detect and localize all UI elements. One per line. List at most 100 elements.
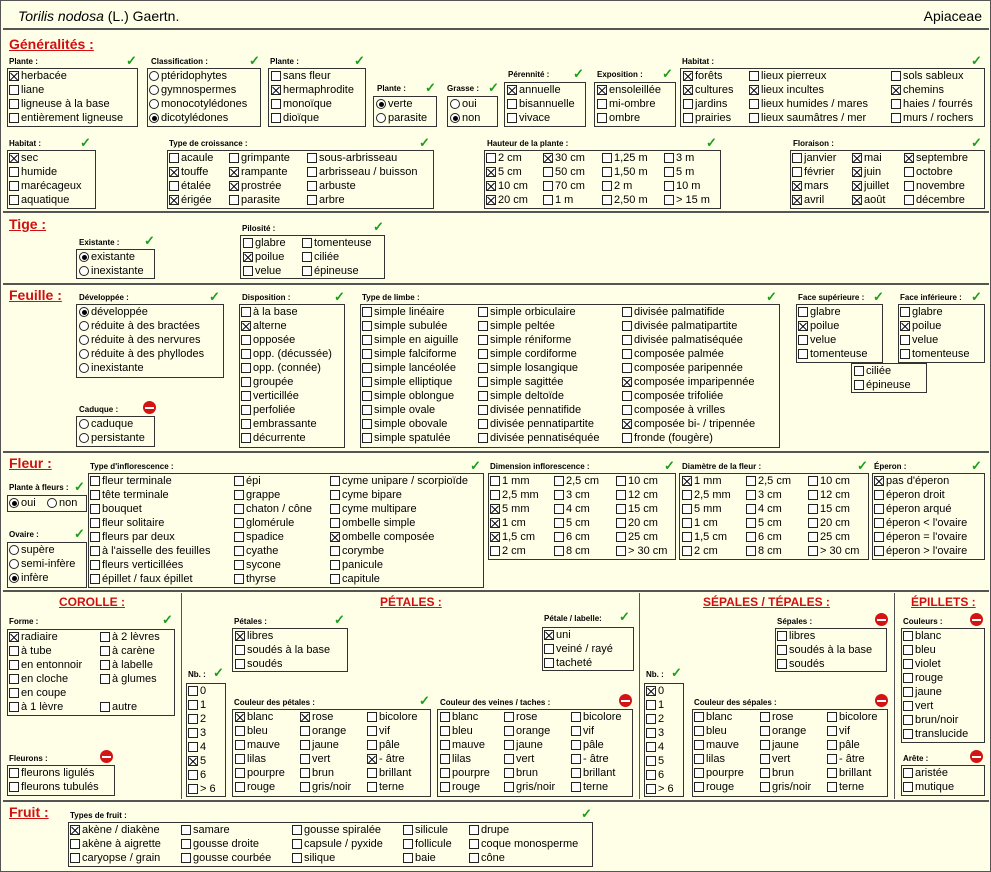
diminfl-option[interactable]: 5 cm <box>554 516 590 530</box>
checkbox[interactable] <box>235 645 245 655</box>
checkbox[interactable] <box>9 167 19 177</box>
habitat1-option[interactable]: forêts <box>683 69 723 83</box>
checkbox[interactable] <box>694 712 704 722</box>
checkbox[interactable] <box>808 490 818 500</box>
diminfl-option[interactable]: 6 cm <box>554 530 590 544</box>
checkbox[interactable] <box>229 195 239 205</box>
coulpet-option[interactable]: brun <box>300 766 334 780</box>
checkbox[interactable] <box>235 712 245 722</box>
checkbox[interactable] <box>749 85 759 95</box>
diminfl-option[interactable]: 2,5 mm <box>490 488 539 502</box>
checkbox[interactable] <box>90 504 100 514</box>
coulpet-option[interactable]: pourpre <box>235 766 285 780</box>
radio-button[interactable] <box>149 71 159 81</box>
pilosite-option[interactable]: ciliée <box>302 250 339 264</box>
checkbox[interactable] <box>504 754 514 764</box>
plante1-option[interactable]: liane <box>9 83 44 97</box>
floraison-option[interactable]: mars <box>792 179 828 193</box>
coulpet-option[interactable]: bicolore <box>367 710 418 724</box>
coulsep-option[interactable]: pâle <box>827 738 860 752</box>
checkbox[interactable] <box>478 377 488 387</box>
checkbox[interactable] <box>9 688 19 698</box>
checkbox[interactable] <box>646 784 656 794</box>
checkbox[interactable] <box>367 782 377 792</box>
nbs-option[interactable]: 1 <box>646 698 664 712</box>
limbe-option[interactable]: simple elliptique <box>362 375 452 389</box>
coulsep-option[interactable]: terne <box>827 780 864 794</box>
checkbox[interactable] <box>478 363 488 373</box>
limbe-option[interactable]: composée trifoliée <box>622 389 723 403</box>
checkbox[interactable] <box>746 532 756 542</box>
checkbox[interactable] <box>367 740 377 750</box>
limbe-option[interactable]: simple subulée <box>362 319 447 333</box>
nbp-option[interactable]: 1 <box>188 698 206 712</box>
radio-button[interactable] <box>376 113 386 123</box>
habitat1-option[interactable]: lieux humides / mares <box>749 97 868 111</box>
checkbox[interactable] <box>852 153 862 163</box>
checkbox[interactable] <box>241 419 251 429</box>
inflo-option[interactable]: cyme multipare <box>330 502 417 516</box>
checkbox[interactable] <box>903 729 913 739</box>
checkbox[interactable] <box>827 782 837 792</box>
caduque-option[interactable]: persistante <box>79 431 145 445</box>
radio-button[interactable] <box>79 266 89 276</box>
checkbox[interactable] <box>302 238 312 248</box>
checkbox[interactable] <box>302 252 312 262</box>
coulvein-option[interactable]: vert <box>504 752 534 766</box>
checkbox[interactable] <box>362 405 372 415</box>
checkbox[interactable] <box>900 335 910 345</box>
checkbox[interactable] <box>616 504 626 514</box>
checkbox[interactable] <box>646 742 656 752</box>
habitat2-option[interactable]: aquatique <box>9 193 69 207</box>
inflo-option[interactable]: bouquet <box>90 502 142 516</box>
coulsep-option[interactable]: vert <box>760 752 790 766</box>
typefruit-option[interactable]: silique <box>292 851 335 865</box>
checkbox[interactable] <box>554 490 564 500</box>
sepales-option[interactable]: soudés <box>777 657 824 671</box>
radio-button[interactable] <box>79 252 89 262</box>
forme-option[interactable]: radiaire <box>9 630 58 644</box>
checkbox[interactable] <box>554 518 564 528</box>
developpee-option[interactable]: développée <box>79 305 148 319</box>
coulsep-option[interactable]: bicolore <box>827 710 878 724</box>
diminfl-option[interactable]: 25 cm <box>616 530 658 544</box>
checkbox[interactable] <box>367 768 377 778</box>
checkbox[interactable] <box>90 532 100 542</box>
diminfl-option[interactable]: 15 cm <box>616 502 658 516</box>
nbp-option[interactable]: 0 <box>188 684 206 698</box>
checkbox[interactable] <box>602 153 612 163</box>
croiss-option[interactable]: parasite <box>229 193 280 207</box>
inflo-option[interactable]: ombelle simple <box>330 516 415 530</box>
coulpet-option[interactable]: rose <box>300 710 333 724</box>
croiss-option[interactable]: acaule <box>169 151 213 165</box>
checkbox[interactable] <box>903 768 913 778</box>
forme-option[interactable]: autre <box>100 700 137 714</box>
checkbox[interactable] <box>188 742 198 752</box>
checkbox[interactable] <box>330 490 340 500</box>
dispo-option[interactable]: embrassante <box>241 417 317 431</box>
diamfl-option[interactable]: 1,5 cm <box>682 530 727 544</box>
checkbox[interactable] <box>749 99 759 109</box>
checkbox[interactable] <box>504 782 514 792</box>
checkbox[interactable] <box>440 782 450 792</box>
checkbox[interactable] <box>544 644 554 654</box>
radio-button[interactable] <box>450 99 460 109</box>
checkbox[interactable] <box>403 853 413 863</box>
checkbox[interactable] <box>827 768 837 778</box>
diminfl-option[interactable]: 4 cm <box>554 502 590 516</box>
inflo-option[interactable]: épillet / faux épillet <box>90 572 193 586</box>
hauteur-option[interactable]: 2,50 m <box>602 193 648 207</box>
checkbox[interactable] <box>490 504 500 514</box>
coulvein-option[interactable]: lilas <box>440 752 471 766</box>
checkbox[interactable] <box>9 113 19 123</box>
checkbox[interactable] <box>440 740 450 750</box>
checkbox[interactable] <box>90 560 100 570</box>
faceinf-option[interactable]: velue <box>900 333 938 347</box>
inflo-option[interactable]: cyme bipare <box>330 488 402 502</box>
inflo-option[interactable]: fleur terminale <box>90 474 172 488</box>
typefruit-option[interactable]: samare <box>181 823 230 837</box>
habitat1-option[interactable]: murs / rochers <box>891 111 973 125</box>
nbs-option[interactable]: 0 <box>646 684 664 698</box>
checkbox[interactable] <box>241 349 251 359</box>
plante2-option[interactable]: hermaphrodite <box>271 83 354 97</box>
